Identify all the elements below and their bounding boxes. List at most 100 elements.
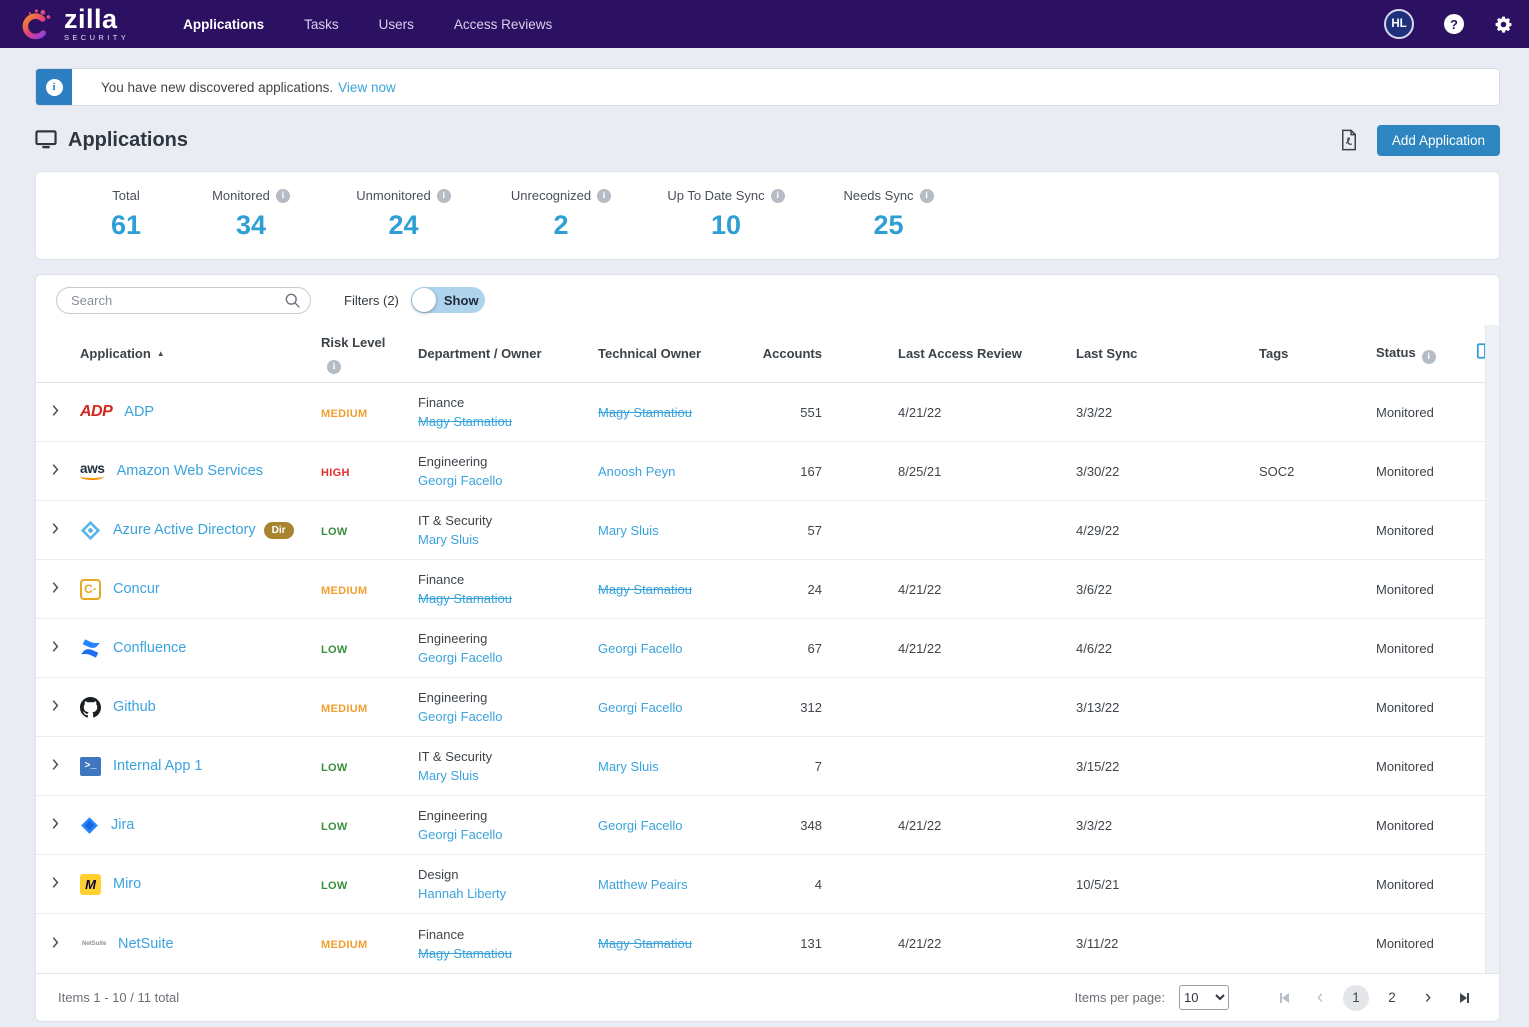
application-name-link[interactable]: Miro [113, 876, 141, 892]
stats-summary-card: Total 61 Monitored 34 Unmonitored 24 Unr… [35, 171, 1500, 260]
netsuite-logo: NetSuite [79, 940, 106, 947]
column-header-technical-owner[interactable]: Technical Owner [598, 346, 701, 361]
user-avatar[interactable]: HL [1384, 9, 1414, 39]
accounts-value: 67 [807, 640, 822, 656]
application-name-link[interactable]: Concur [113, 581, 160, 597]
table-row: Jira LOW Engineering Georgi Facello Georgi F… [36, 796, 1499, 855]
table-row: >_ Internal App 1 LOW IT & Security Mary Slu… [36, 737, 1499, 796]
search-input[interactable] [56, 286, 311, 314]
technical-owner-link[interactable]: Anoosh Peyn [598, 464, 675, 479]
technical-owner-link[interactable]: Magy Stamatiou [598, 582, 692, 597]
stat-needs-sync-value: 25 [873, 210, 904, 240]
pagination-page-1[interactable]: 1 [1343, 984, 1369, 1011]
column-header-status[interactable]: Status [1376, 345, 1416, 360]
add-application-button[interactable]: Add Application [1376, 124, 1500, 156]
zilla-brand[interactable]: zilla SECURITY [18, 6, 129, 43]
info-icon[interactable] [597, 188, 612, 203]
internal-app-logo: >_ [80, 756, 101, 776]
status-value: Monitored [1376, 936, 1434, 951]
banner-text: You have new discovered applications. [101, 79, 334, 95]
export-pdf-icon[interactable] [1339, 129, 1359, 151]
row-expand-chevron-icon[interactable] [48, 403, 63, 418]
row-expand-chevron-icon[interactable] [48, 521, 63, 536]
pagination-next-button[interactable]: › [1415, 985, 1441, 1011]
info-icon[interactable] [327, 359, 341, 374]
application-name-link[interactable]: Internal App 1 [113, 758, 203, 774]
technical-owner-link[interactable]: Mary Sluis [598, 523, 659, 538]
column-header-application[interactable]: Application [80, 344, 151, 364]
technical-owner-link[interactable]: Matthew Peairs [598, 877, 688, 892]
pagination-last-page-button[interactable] [1451, 985, 1477, 1011]
application-name-link[interactable]: Amazon Web Services [117, 463, 263, 479]
view-now-link[interactable]: View now [338, 80, 396, 95]
nav-item-users[interactable]: Users [379, 17, 414, 32]
info-icon[interactable] [1421, 350, 1436, 365]
department-owner-link[interactable]: Georgi Facello [418, 709, 503, 724]
row-expand-chevron-icon[interactable] [48, 580, 63, 595]
department-owner-link[interactable]: Mary Sluis [418, 768, 479, 783]
pagination-first-page-button[interactable] [1271, 985, 1297, 1011]
department-owner-link[interactable]: Georgi Facello [418, 650, 503, 665]
table-header-row: Application ▲ Risk Level Department / Own… [36, 325, 1499, 383]
department-label: Design [418, 867, 459, 882]
column-header-risk-level[interactable]: Risk Level [321, 335, 385, 350]
department-owner-link[interactable]: Georgi Facello [418, 473, 503, 488]
column-header-last-sync[interactable]: Last Sync [1076, 346, 1137, 361]
filters-show-toggle[interactable]: Show [410, 287, 485, 313]
row-expand-chevron-icon[interactable] [48, 875, 63, 890]
table-row: Github MEDIUM Engineering Georgi Facello Geo… [36, 678, 1499, 737]
gear-icon[interactable] [1494, 15, 1513, 34]
technical-owner-link[interactable]: Magy Stamatiou [598, 936, 692, 951]
row-expand-chevron-icon[interactable] [48, 757, 63, 772]
nav-item-access-reviews[interactable]: Access Reviews [454, 17, 552, 32]
application-name-link[interactable]: Confluence [113, 640, 186, 656]
accounts-value: 57 [807, 522, 822, 538]
search-icon[interactable] [284, 292, 301, 314]
application-name-link[interactable]: ADP [124, 404, 154, 420]
table-row: NetSuite NetSuite MEDIUM Finance Magy Stamat… [36, 914, 1499, 973]
row-expand-chevron-icon[interactable] [48, 698, 63, 713]
row-expand-chevron-icon[interactable] [48, 816, 63, 831]
department-owner-link[interactable]: Georgi Facello [418, 827, 503, 842]
technical-owner-link[interactable]: Magy Stamatiou [598, 405, 692, 420]
column-header-last-access-review[interactable]: Last Access Review [898, 346, 1022, 361]
nav-item-applications[interactable]: Applications [183, 17, 264, 32]
application-name-link[interactable]: Azure Active Directory [113, 522, 256, 538]
help-icon[interactable] [1444, 14, 1464, 34]
info-icon[interactable] [770, 188, 785, 203]
technical-owner-link[interactable]: Georgi Facello [598, 641, 683, 656]
application-name-link[interactable]: Github [113, 699, 156, 715]
info-icon[interactable] [275, 188, 290, 203]
column-header-tags[interactable]: Tags [1259, 346, 1288, 361]
technical-owner-link[interactable]: Mary Sluis [598, 759, 659, 774]
info-icon[interactable] [436, 188, 451, 203]
status-value: Monitored [1376, 404, 1434, 420]
department-owner-link[interactable]: Magy Stamatiou [418, 591, 512, 606]
brand-subtitle: SECURITY [64, 33, 130, 43]
top-navbar: zilla SECURITY Applications Tasks Users … [0, 0, 1529, 48]
stat-uptodate-sync-value: 10 [710, 210, 742, 240]
column-header-department-owner[interactable]: Department / Owner [418, 346, 542, 361]
toggle-knob[interactable] [411, 288, 436, 312]
pagination-page-2[interactable]: 2 [1379, 985, 1405, 1011]
row-expand-chevron-icon[interactable] [48, 462, 63, 477]
department-owner-link[interactable]: Mary Sluis [418, 532, 479, 547]
column-header-accounts[interactable]: Accounts [763, 346, 822, 361]
application-name-link[interactable]: Jira [111, 817, 134, 833]
technical-owner-link[interactable]: Georgi Facello [598, 700, 683, 715]
row-expand-chevron-icon[interactable] [48, 935, 63, 950]
department-owner-link[interactable]: Hannah Liberty [418, 886, 506, 901]
info-icon[interactable] [919, 188, 934, 203]
department-owner-link[interactable]: Magy Stamatiou [418, 946, 512, 961]
application-name-link[interactable]: NetSuite [118, 936, 174, 952]
technical-owner-link[interactable]: Georgi Facello [598, 818, 683, 833]
stat-total-value: 61 [110, 210, 142, 240]
row-expand-chevron-icon[interactable] [48, 639, 63, 654]
sort-ascending-icon[interactable]: ▲ [157, 348, 165, 360]
nav-item-tasks[interactable]: Tasks [304, 17, 339, 32]
status-value: Monitored [1376, 817, 1434, 833]
items-per-page-select[interactable]: 10 [1179, 985, 1229, 1010]
monitor-icon [35, 130, 57, 150]
department-owner-link[interactable]: Magy Stamatiou [418, 414, 512, 429]
pagination-previous-button[interactable]: ‹ [1307, 985, 1333, 1011]
